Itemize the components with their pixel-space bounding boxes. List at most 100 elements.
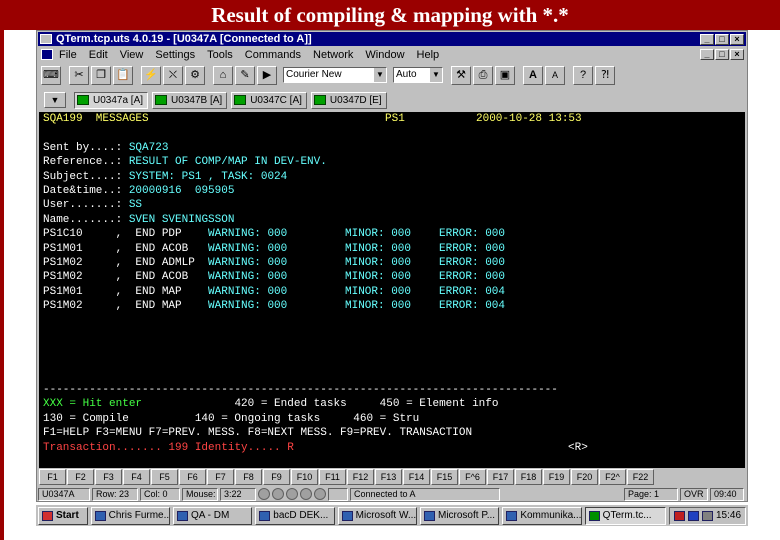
tray-icon[interactable] (688, 510, 699, 521)
font-a-icon[interactable]: A (523, 65, 543, 85)
result-unit: PS1M01 , END ACOB (43, 242, 209, 255)
tray-clock[interactable]: 15:46 (716, 510, 741, 521)
paste-icon[interactable]: 📋 (113, 65, 133, 85)
windows-taskbar: Start Chris Furme... QA - DM bacD DEK...… (36, 504, 748, 526)
fkey-button[interactable]: F^6 (459, 469, 486, 485)
fkey-button[interactable]: F20 (571, 469, 598, 485)
start-button[interactable]: Start (38, 506, 88, 525)
tab-scroll-icon[interactable]: ▼ (44, 92, 66, 108)
result-row: PS1M02 , END MAP WARNING: 000 MINOR: 000 E… (43, 299, 505, 313)
fkey-button[interactable]: F12 (347, 469, 374, 485)
tab-session-u0347a[interactable]: U0347a [A] (74, 91, 149, 109)
connect-icon[interactable]: ⚡ (141, 65, 161, 85)
tab-session-u0347d[interactable]: U0347D [E] (310, 91, 387, 109)
status-session: U0347A (38, 487, 90, 501)
taskbar-item[interactable]: bacD DEK... (255, 506, 335, 525)
result-warning: WARNING: 000 (208, 242, 288, 255)
app-icon[interactable] (40, 34, 52, 44)
doc-close-button[interactable]: × (730, 49, 744, 60)
doc-minimize-button[interactable]: _ (700, 49, 714, 60)
menu-edit[interactable]: Edit (89, 49, 108, 61)
terminal-header-system: PS1 (385, 113, 405, 125)
chevron-down-icon[interactable]: ▼ (430, 68, 442, 82)
fkey-button[interactable]: F4 (123, 469, 150, 485)
fkey-button[interactable]: F6 (179, 469, 206, 485)
identity-input[interactable]: R (287, 442, 294, 454)
fkey-button[interactable]: F5 (151, 469, 178, 485)
taskbar-item[interactable]: Microsoft P... (419, 506, 500, 525)
fkey-button[interactable]: F7 (207, 469, 234, 485)
field-reference: Reference..: RESULT OF COMP/MAP IN DEV-E… (43, 155, 327, 169)
menu-view[interactable]: View (120, 49, 144, 61)
window-titlebar[interactable]: QTerm.tcp.uts 4.0.19 - [U0347A [Connecte… (38, 32, 746, 46)
taskbar-item[interactable]: Microsoft W... (337, 506, 417, 525)
fkey-button[interactable]: F11 (319, 469, 346, 485)
taskbar-item-active[interactable]: QTerm.tc... (584, 506, 666, 525)
context-help-icon[interactable]: ⁈ (595, 65, 615, 85)
menu-help[interactable]: Help (417, 49, 440, 61)
print-icon[interactable]: ⎙ (473, 65, 493, 85)
tools-icon[interactable]: ⚒ (451, 65, 471, 85)
minimize-button[interactable]: _ (700, 33, 714, 45)
keyboard-icon[interactable]: ⌨ (41, 65, 61, 85)
fkey-button[interactable]: F10 (291, 469, 318, 485)
field-user: User.......: SS (43, 198, 142, 212)
menu-tools[interactable]: Tools (207, 49, 233, 61)
terminal-screen[interactable]: SQA199 MESSAGES PS1 2000-10-28 13:53 Sen… (39, 112, 745, 468)
status-page: Page: 1 (624, 487, 678, 501)
tray-icon[interactable] (674, 510, 685, 521)
fkey-button[interactable]: F3 (95, 469, 122, 485)
doc-restore-button[interactable]: □ (715, 49, 729, 60)
home-icon[interactable]: ⌂ (213, 65, 233, 85)
fkey-button[interactable]: F2 (67, 469, 94, 485)
run-icon[interactable]: ⚙ (185, 65, 205, 85)
fkey-button[interactable]: F9 (263, 469, 290, 485)
result-minor: MINOR: 000 (345, 257, 412, 269)
fkey-button[interactable]: F8 (235, 469, 262, 485)
function-key-bar: F1 F2 F3 F4 F5 F6 F7 F8 F9 F10 F11 F12 F… (38, 469, 746, 486)
tab-session-u0347b[interactable]: U0347B [A] (152, 91, 228, 109)
menu-file[interactable]: File (59, 49, 77, 61)
help-icon[interactable]: ? (573, 65, 593, 85)
disconnect-icon[interactable]: ⛌ (163, 65, 183, 85)
save-icon[interactable]: ▣ (495, 65, 515, 85)
taskbar-item[interactable]: QA - DM (172, 506, 253, 525)
chevron-down-icon[interactable]: ▼ (374, 68, 386, 82)
result-warning: WARNING: 000 (208, 300, 288, 313)
play-icon[interactable]: ▶ (257, 65, 277, 85)
copy-icon[interactable]: ❐ (91, 65, 111, 85)
fkey-button[interactable]: F2^ (599, 469, 626, 485)
taskbar-item-label: QA - DM (190, 510, 230, 521)
fkey-button[interactable]: F1 (39, 469, 66, 485)
fkey-button[interactable]: F14 (403, 469, 430, 485)
close-button[interactable]: × (730, 33, 744, 45)
font-aa-icon[interactable]: A (545, 65, 565, 85)
taskbar-item[interactable]: Kommunika... (502, 506, 582, 525)
document-icon[interactable] (41, 49, 53, 60)
edit-icon[interactable]: ✎ (235, 65, 255, 85)
status-light-icon (286, 488, 298, 500)
fkey-button[interactable]: F18 (515, 469, 542, 485)
fkey-button[interactable]: F17 (487, 469, 514, 485)
menu-window[interactable]: Window (365, 49, 404, 61)
fkey-button[interactable]: F15 (431, 469, 458, 485)
transaction-input[interactable]: 199 (168, 442, 188, 454)
field-datetime: Date&time..: 20000916 095905 (43, 184, 234, 198)
taskbar-item[interactable]: Chris Furme... (90, 506, 170, 525)
maximize-button[interactable]: □ (715, 33, 729, 45)
fkey-button[interactable]: F13 (375, 469, 402, 485)
speaker-icon[interactable] (702, 510, 713, 521)
powerpoint-icon (423, 510, 435, 521)
menu-network[interactable]: Network (313, 49, 353, 61)
tab-session-u0347c[interactable]: U0347C [A] (231, 91, 307, 109)
fkey-button[interactable]: F22 (627, 469, 654, 485)
size-select[interactable]: Auto ▼ (393, 67, 443, 83)
fkey-button[interactable]: F19 (543, 469, 570, 485)
menu-commands[interactable]: Commands (245, 49, 301, 61)
menu-settings[interactable]: Settings (155, 49, 195, 61)
terminal-icon (588, 510, 600, 521)
cut-icon[interactable]: ✂ (69, 65, 89, 85)
help-xxx[interactable]: XXX = Hit enter (43, 398, 142, 410)
result-minor: MINOR: 000 (345, 271, 412, 284)
font-select[interactable]: Courier New ▼ (283, 67, 387, 83)
